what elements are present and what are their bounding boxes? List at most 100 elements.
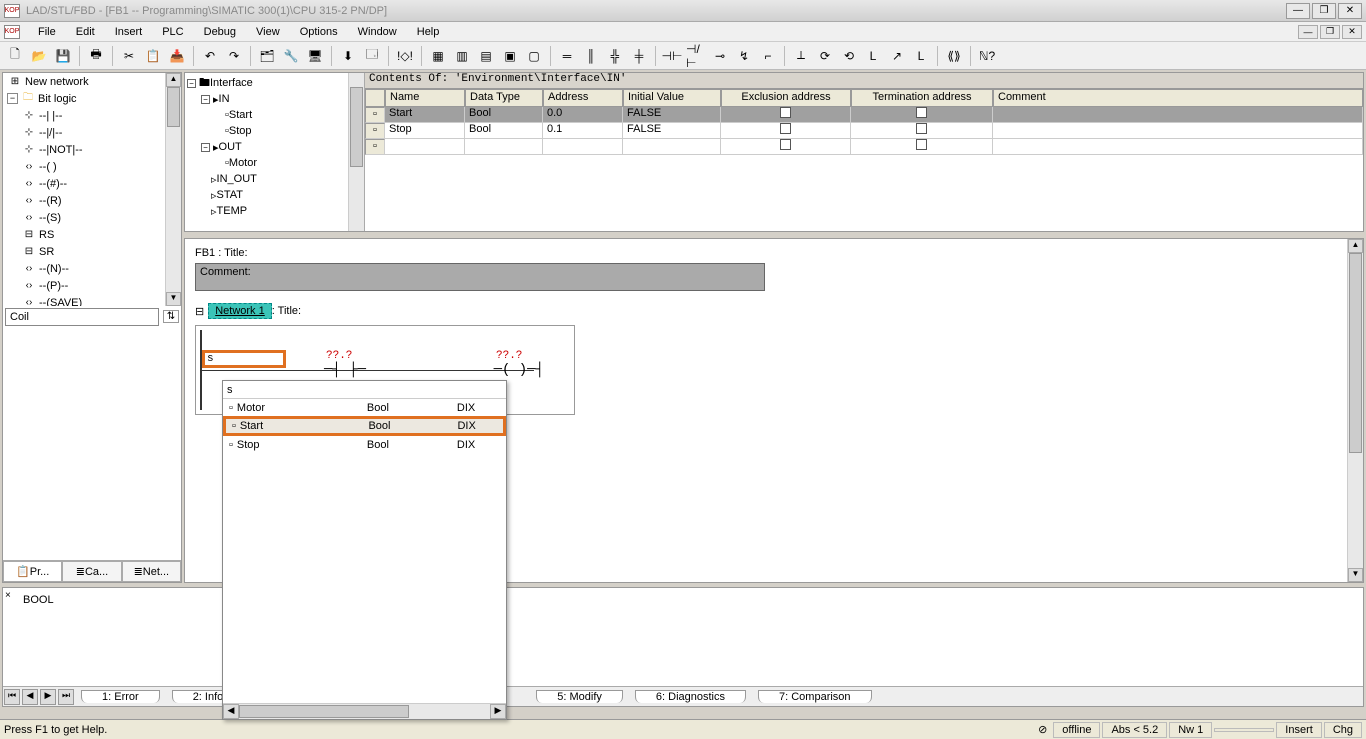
tree-out[interactable]: OUT <box>219 141 242 153</box>
termination-checkbox[interactable] <box>916 107 927 118</box>
bit-item[interactable]: --(R) <box>39 195 62 207</box>
cell-dtype[interactable]: Bool <box>465 107 543 123</box>
bit-item[interactable]: --(N)-- <box>39 263 69 275</box>
contact-no[interactable]: ─┤ ├─ <box>324 362 366 378</box>
tb-icon-f[interactable]: ⌐ <box>757 45 779 67</box>
scroll-up-icon[interactable]: ▲ <box>166 73 181 87</box>
scroll-thumb[interactable] <box>239 705 409 718</box>
autocomplete-input[interactable] <box>227 384 502 396</box>
scroll-thumb[interactable] <box>350 87 363 167</box>
menu-insert[interactable]: Insert <box>105 26 153 38</box>
comment-box[interactable]: Comment: <box>195 263 765 291</box>
wire2-icon[interactable]: ║ <box>580 45 602 67</box>
scroll-down-icon[interactable]: ▼ <box>166 292 181 306</box>
tab-call[interactable]: ≣Ca... <box>62 561 121 582</box>
cut-icon[interactable]: ✂ <box>118 45 140 67</box>
tb-icon-g[interactable]: L <box>862 45 884 67</box>
grid1-icon[interactable]: ▦ <box>427 45 449 67</box>
tab-first-icon[interactable]: ⏮ <box>4 689 20 705</box>
tb-icon-b[interactable]: 🔧 <box>280 45 302 67</box>
bit-item[interactable]: RS <box>39 229 54 241</box>
child-maximize-button[interactable]: ❐ <box>1320 25 1340 39</box>
menu-view[interactable]: View <box>246 26 290 38</box>
cell-name[interactable]: Start <box>385 107 465 123</box>
print-icon[interactable]: 🖶 <box>85 45 107 67</box>
close-button[interactable]: ✕ <box>1338 3 1362 19</box>
open-icon[interactable]: 📂 <box>28 45 50 67</box>
bit-item[interactable]: --(S) <box>39 212 61 224</box>
bit-item[interactable]: SR <box>39 246 54 258</box>
tb-icon-c[interactable]: 🖥 <box>304 45 326 67</box>
table-row[interactable]: ▫ Start Bool 0.0 FALSE <box>365 107 1363 123</box>
collapse-icon[interactable]: − <box>201 143 210 152</box>
exclusion-checkbox[interactable] <box>780 123 791 134</box>
iface-tree-scrollbar[interactable] <box>348 73 364 231</box>
cell-init[interactable]: FALSE <box>623 123 721 139</box>
tree-stat[interactable]: STAT <box>217 189 243 201</box>
col-dtype[interactable]: Data Type <box>465 89 543 107</box>
bit-item[interactable]: --(SAVE) <box>39 297 82 306</box>
copy-icon[interactable]: 📋 <box>142 45 164 67</box>
col-term[interactable]: Termination address <box>851 89 993 107</box>
network-collapse-icon[interactable]: ⊟ <box>195 305 204 318</box>
scroll-thumb[interactable] <box>1349 253 1362 453</box>
dropdown-icon[interactable]: ⇅ <box>163 310 179 323</box>
scroll-up-icon[interactable]: ▲ <box>1348 239 1363 253</box>
new-icon[interactable]: 🗋 <box>4 45 26 67</box>
autocomplete-item[interactable]: ▫ Motor Bool DIX <box>223 399 506 416</box>
branch-icon[interactable]: ⟳ <box>814 45 836 67</box>
tree-item[interactable]: Motor <box>229 157 257 169</box>
col-name[interactable]: Name <box>385 89 465 107</box>
menu-debug[interactable]: Debug <box>194 26 246 38</box>
cell-init[interactable]: FALSE <box>623 107 721 123</box>
wire1-icon[interactable]: ═ <box>556 45 578 67</box>
tab-network[interactable]: ≣Net... <box>122 561 181 582</box>
maximize-button[interactable]: ❐ <box>1312 3 1336 19</box>
minimize-button[interactable]: — <box>1286 3 1310 19</box>
bit-logic-folder[interactable]: Bit logic <box>38 93 77 105</box>
tree-in[interactable]: IN <box>219 93 230 105</box>
redo-icon[interactable]: ↷ <box>223 45 245 67</box>
child-close-button[interactable]: ✕ <box>1342 25 1362 39</box>
grid2-icon[interactable]: ▥ <box>451 45 473 67</box>
cell-comment[interactable] <box>993 123 1363 139</box>
menu-file[interactable]: File <box>28 26 66 38</box>
network-title[interactable]: : Title: <box>272 305 301 317</box>
child-minimize-button[interactable]: — <box>1298 25 1318 39</box>
tree-inout[interactable]: IN_OUT <box>217 173 257 185</box>
tab-last-icon[interactable]: ⏭ <box>58 689 74 705</box>
save-icon[interactable]: 💾 <box>52 45 74 67</box>
termination-checkbox[interactable] <box>916 123 927 134</box>
instruction-tree[interactable]: ⊞New network −🗀Bit logic ⊹--| |-- ⊹--|/|… <box>3 73 181 306</box>
grid5-icon[interactable]: ▢ <box>523 45 545 67</box>
undo-icon[interactable]: ↶ <box>199 45 221 67</box>
tab-diagnostics[interactable]: 6: Diagnostics <box>635 690 746 703</box>
interface-tree[interactable]: −🖿 Interface −▸ IN ▫ Start ▫ Stop −▸ OUT… <box>185 73 365 231</box>
bit-item[interactable]: --|NOT|-- <box>39 144 83 156</box>
operand-placeholder[interactable]: ??.? <box>496 350 522 362</box>
bit-item[interactable]: --|/|-- <box>39 127 62 139</box>
operand-placeholder[interactable]: ??.? <box>326 350 352 362</box>
scroll-thumb[interactable] <box>167 87 180 127</box>
cell-name[interactable]: Stop <box>385 123 465 139</box>
operand-input[interactable]: s <box>202 350 286 368</box>
bit-item[interactable]: --(P)-- <box>39 280 68 292</box>
branch-close-icon[interactable]: ⟲ <box>838 45 860 67</box>
cell-dtype[interactable]: Bool <box>465 123 543 139</box>
tb-icon-h[interactable]: ↗ <box>886 45 908 67</box>
monitor-icon[interactable]: 🗔 <box>361 45 383 67</box>
tab-next-icon[interactable]: ▶ <box>40 689 56 705</box>
wire4-icon[interactable]: ╪ <box>628 45 650 67</box>
tree-item[interactable]: Start <box>229 109 252 121</box>
goto-icon[interactable]: ⟪⟫ <box>943 45 965 67</box>
tree-temp[interactable]: TEMP <box>217 205 248 217</box>
cell-addr[interactable]: 0.0 <box>543 107 623 123</box>
grid4-icon[interactable]: ▣ <box>499 45 521 67</box>
tree-root[interactable]: Interface <box>210 77 253 89</box>
table-row[interactable]: ▫ Stop Bool 0.1 FALSE <box>365 123 1363 139</box>
collapse-icon[interactable]: − <box>7 93 18 104</box>
table-row-empty[interactable]: ▫ <box>365 139 1363 155</box>
cell-addr[interactable]: 0.1 <box>543 123 623 139</box>
col-addr[interactable]: Address <box>543 89 623 107</box>
collapse-icon[interactable]: − <box>201 95 210 104</box>
